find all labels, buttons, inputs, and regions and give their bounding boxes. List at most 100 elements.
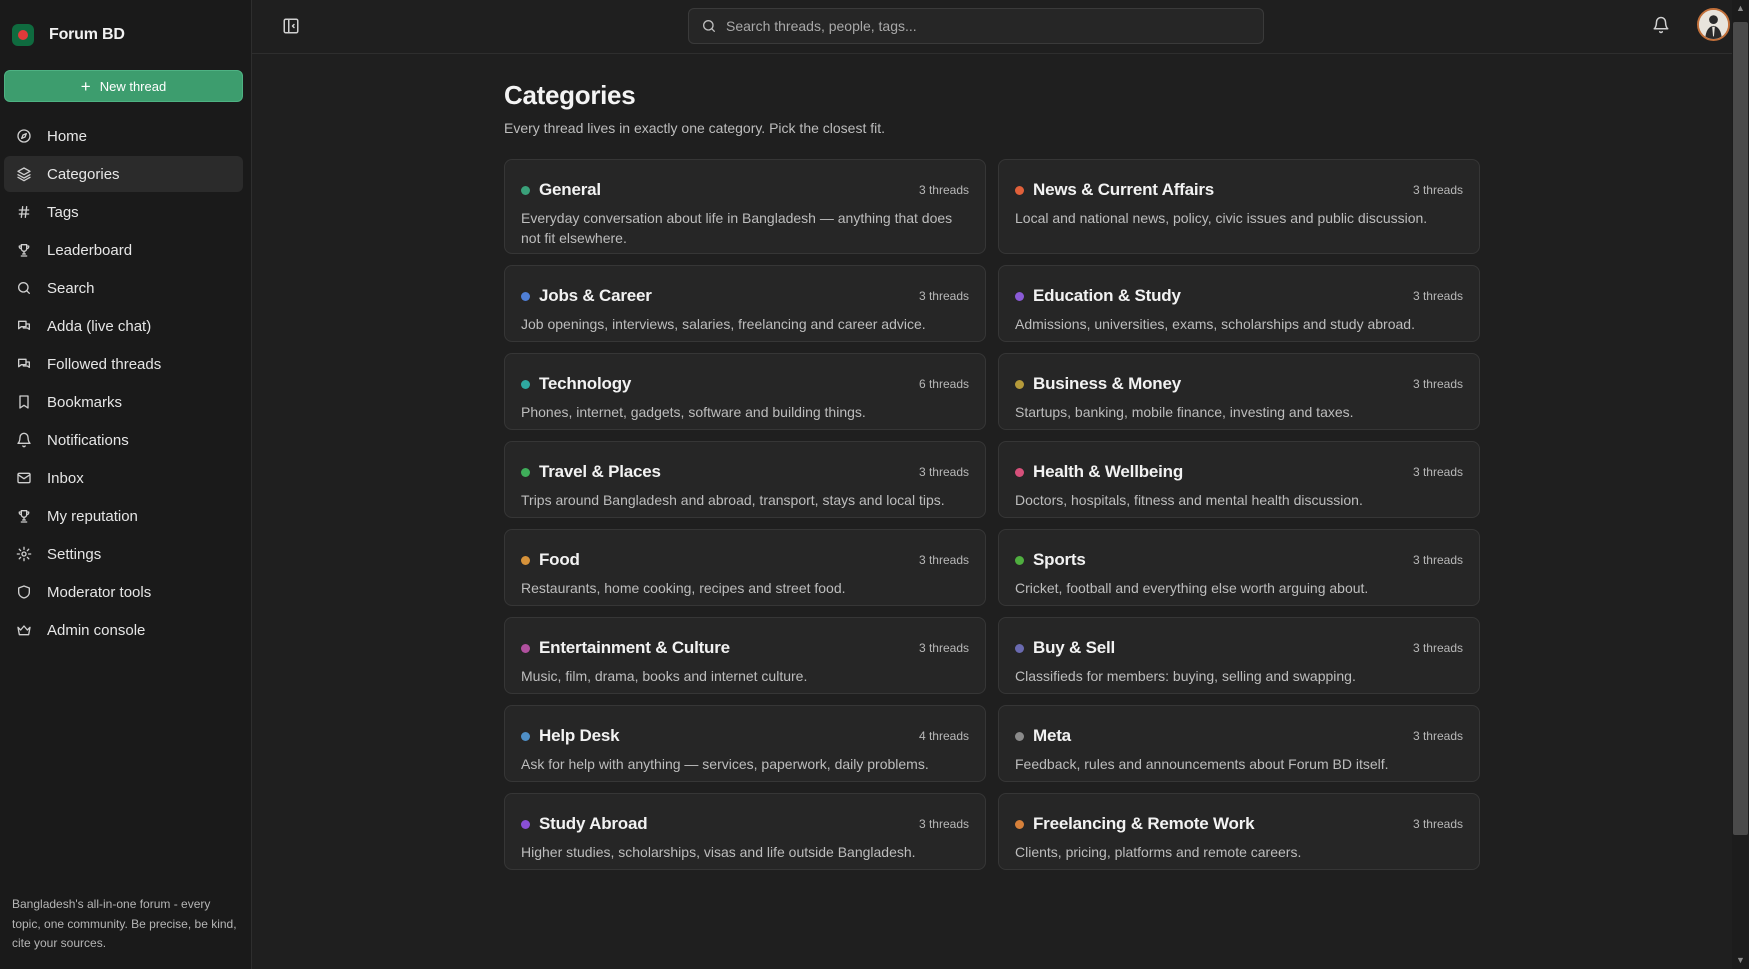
category-card[interactable]: Sports 3 threads Cricket, football and eve… (998, 529, 1480, 606)
sidebar-toggle-icon[interactable] (282, 17, 300, 35)
category-name: Help Desk (539, 726, 620, 745)
page-subtitle: Every thread lives in exactly one catego… (504, 120, 886, 136)
sidebar-item-adda-live-chat[interactable]: Adda (live chat) (4, 308, 243, 344)
category-card[interactable]: Meta 3 threads Feedback, rules and announc… (998, 705, 1480, 782)
sidebar-item-moderator-tools[interactable]: Moderator tools (4, 574, 243, 610)
category-thread-count: 3 threads (918, 289, 969, 303)
category-name: Travel & Places (539, 462, 661, 481)
sidebar-item-my-reputation[interactable]: My reputation (4, 498, 243, 534)
category-name: Business & Money (1033, 374, 1181, 393)
category-description: Doctors, hospitals, fitness and mental h… (1015, 492, 1363, 508)
search-input[interactable] (726, 18, 1246, 34)
sidebar-item-inbox[interactable]: Inbox (4, 460, 243, 496)
trophy-icon (16, 242, 32, 258)
category-card[interactable]: Travel & Places 3 threads Trips around Ban… (504, 441, 986, 518)
sidebar-item-label: Followed threads (47, 355, 162, 373)
layers-icon (16, 166, 32, 182)
category-description: Classifieds for members: buying, selling… (1015, 668, 1356, 684)
scroll-down-arrow-icon[interactable]: ▼ (1736, 956, 1745, 965)
mail-icon (16, 470, 32, 486)
category-thread-count: 3 threads (1412, 377, 1463, 391)
category-description: Restaurants, home cooking, recipes and s… (521, 580, 846, 596)
category-name: Meta (1033, 726, 1071, 745)
category-name: General (539, 180, 601, 199)
chat-icon (16, 318, 32, 334)
category-card[interactable]: Entertainment & Culture 3 threads Music, f… (504, 617, 986, 694)
sidebar-item-bookmarks[interactable]: Bookmarks (4, 384, 243, 420)
sidebar: Forum BD + New thread Home Categories Tags… (0, 0, 252, 969)
category-description: Phones, internet, gadgets, software and … (521, 404, 866, 420)
category-thread-count: 3 threads (918, 817, 969, 831)
category-thread-count: 4 threads (918, 729, 969, 743)
category-description: Clients, pricing, platforms and remote c… (1015, 844, 1302, 860)
sidebar-item-label: Categories (47, 165, 120, 183)
new-thread-label: New thread (99, 78, 167, 94)
app-root: Forum BD + New thread Home Categories Tags… (0, 0, 1749, 969)
compass-icon (16, 128, 32, 144)
notifications-bell-icon[interactable] (1652, 16, 1670, 34)
category-color-dot (521, 819, 530, 829)
category-color-dot (1015, 643, 1024, 653)
category-color-dot (1015, 291, 1024, 301)
category-name: Health & Wellbeing (1033, 462, 1184, 481)
category-card[interactable]: Study Abroad 3 threads Higher studies, sch… (504, 793, 986, 870)
category-thread-count: 3 threads (1412, 817, 1463, 831)
category-card[interactable]: Technology 6 threads Phones, internet, gad… (504, 353, 986, 430)
scroll-thumb[interactable] (1733, 22, 1748, 835)
search-icon (703, 20, 715, 32)
shield-icon (16, 584, 32, 600)
category-color-dot (521, 185, 530, 195)
category-card[interactable]: Health & Wellbeing 3 threads Doctors, hosp… (998, 441, 1480, 518)
category-card[interactable]: Buy & Sell 3 threads Classifieds for membe… (998, 617, 1480, 694)
sidebar-item-admin-console[interactable]: Admin console (4, 612, 243, 648)
scroll-up-arrow-icon[interactable]: ▲ (1736, 4, 1745, 13)
brand[interactable]: Forum BD (12, 22, 125, 48)
bookmark-icon (16, 394, 32, 410)
sidebar-item-followed-threads[interactable]: Followed threads (4, 346, 243, 382)
chat-icon (16, 356, 32, 372)
sidebar-item-settings[interactable]: Settings (4, 536, 243, 572)
sidebar-item-label: Moderator tools (47, 583, 152, 601)
category-color-dot (521, 643, 530, 653)
brand-name: Forum BD (49, 26, 125, 43)
category-description: Feedback, rules and announcements about … (1015, 756, 1389, 772)
category-description: Job openings, interviews, salaries, free… (521, 316, 926, 332)
sidebar-item-tags[interactable]: Tags (4, 194, 243, 230)
sidebar-item-label: Leaderboard (47, 241, 133, 259)
category-card[interactable]: News & Current Affairs 3 threads Local and… (998, 159, 1480, 254)
sidebar-item-label: My reputation (47, 507, 138, 525)
category-card[interactable]: Business & Money 3 threads Startups, banki… (998, 353, 1480, 430)
category-description: Cricket, football and everything else wo… (1015, 580, 1369, 596)
sidebar-item-search[interactable]: Search (4, 270, 243, 306)
page-scrollbar[interactable]: ▲ ▼ (1732, 0, 1749, 969)
category-card[interactable]: Freelancing & Remote Work 3 threads Client… (998, 793, 1480, 870)
sidebar-item-label: Notifications (47, 431, 129, 449)
category-card[interactable]: Education & Study 3 threads Admissions, un… (998, 265, 1480, 342)
category-color-dot (1015, 379, 1024, 389)
category-card[interactable]: Jobs & Career 3 threads Job openings, inte… (504, 265, 986, 342)
plus-icon: + (80, 76, 91, 96)
new-thread-button[interactable]: + New thread (4, 70, 243, 102)
category-card[interactable]: General 3 threads Everyday conversation ab… (504, 159, 986, 254)
category-card[interactable]: Help Desk 4 threads Ask for help with anyt… (504, 705, 986, 782)
category-thread-count: 3 threads (1412, 553, 1463, 567)
category-name: Freelancing & Remote Work (1033, 814, 1255, 833)
sidebar-item-label: Adda (live chat) (47, 317, 152, 335)
page-title: Categories (504, 80, 636, 110)
topbar (252, 0, 1732, 54)
category-thread-count: 3 threads (918, 641, 969, 655)
user-avatar[interactable] (1697, 8, 1730, 41)
sidebar-item-home[interactable]: Home (4, 118, 243, 154)
category-color-dot (1015, 185, 1024, 195)
sidebar-item-leaderboard[interactable]: Leaderboard (4, 232, 243, 268)
hash-icon (16, 204, 32, 220)
category-description: Higher studies, scholarships, visas and … (521, 844, 916, 860)
sidebar-item-notifications[interactable]: Notifications (4, 422, 243, 458)
category-description: Startups, banking, mobile finance, inves… (1015, 404, 1354, 420)
search-bar[interactable] (688, 8, 1264, 44)
category-card[interactable]: Food 3 threads Restaurants, home cooking, … (504, 529, 986, 606)
sidebar-item-categories[interactable]: Categories (4, 156, 243, 192)
crown-icon (16, 622, 32, 638)
search-icon (16, 280, 32, 296)
category-name: Technology (539, 374, 632, 393)
